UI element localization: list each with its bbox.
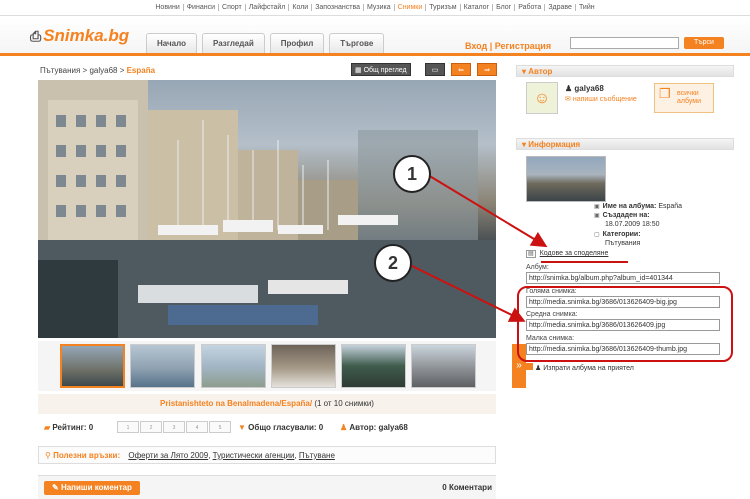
arrow-1 bbox=[427, 174, 548, 248]
annotation-overlay bbox=[409, 174, 628, 322]
annotation-1: 1 bbox=[393, 155, 431, 193]
annotation-2: 2 bbox=[374, 244, 412, 282]
arrow-2 bbox=[409, 264, 526, 322]
